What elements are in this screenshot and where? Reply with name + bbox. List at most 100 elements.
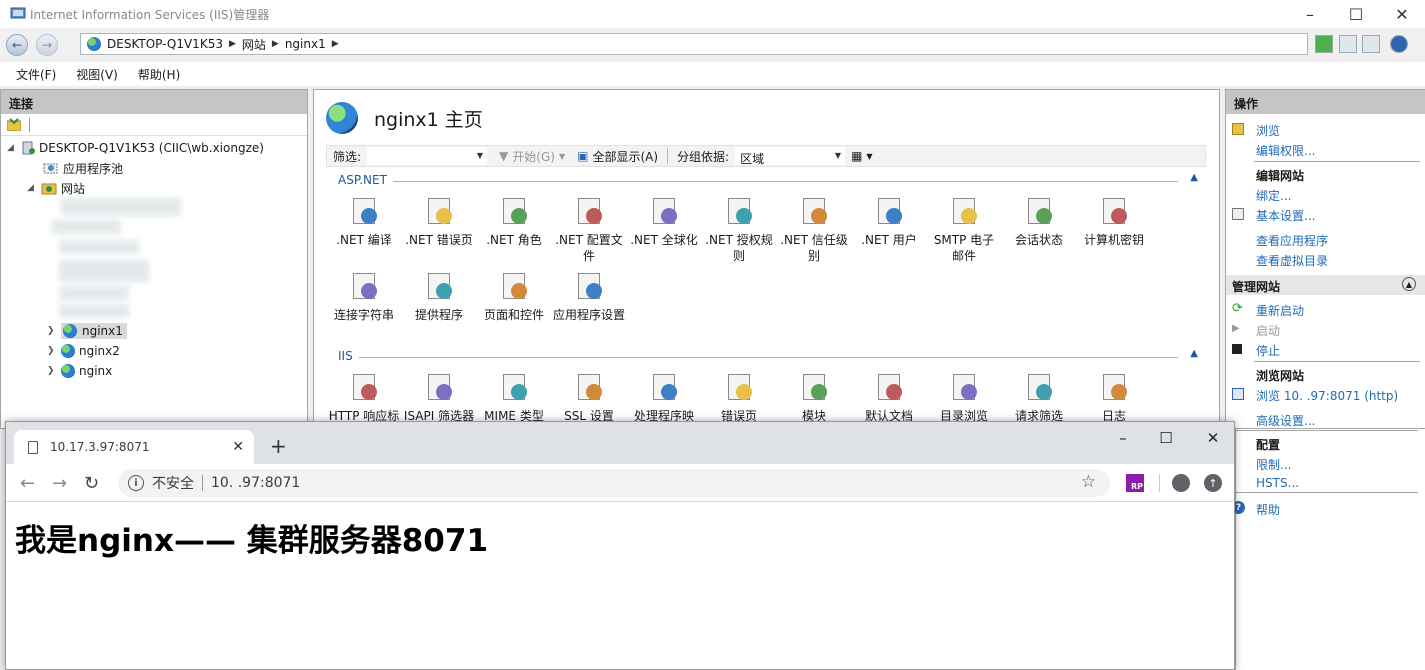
feature-tile[interactable]: 日志 xyxy=(1078,370,1150,424)
action-view-vdirs[interactable]: 查看虚拟目录 xyxy=(1256,252,1328,269)
tree-server[interactable]: ◢ DESKTOP-Q1V1K53 (CIIC\wb.xiongze) xyxy=(7,139,264,157)
profile-icon[interactable] xyxy=(1172,474,1190,492)
manage-site-header[interactable]: 管理网站 ▲ xyxy=(1226,275,1425,295)
collapse-section-icon[interactable]: ▲ xyxy=(1190,172,1198,183)
expand-icon[interactable]: ❯ xyxy=(47,366,57,376)
browser-tab[interactable]: 10.17.3.97:8071 ✕ xyxy=(14,430,254,464)
feature-tile[interactable]: HTTP 响应标 xyxy=(328,370,400,424)
rp-extension-icon[interactable]: RP xyxy=(1126,474,1144,492)
feature-tile[interactable]: 处理程序映 xyxy=(628,370,700,424)
close-tab-icon[interactable]: ✕ xyxy=(232,439,244,455)
breadcrumb-server[interactable]: DESKTOP-Q1V1K53 xyxy=(107,37,223,51)
breadcrumb-sites[interactable]: 网站 xyxy=(242,36,266,53)
menu-help[interactable]: 帮助(H) xyxy=(128,62,190,86)
feature-tile[interactable]: 模块 xyxy=(778,370,850,424)
feature-tile[interactable]: 默认文档 xyxy=(853,370,925,424)
view-mode-button[interactable]: ▦ ▼ xyxy=(845,149,879,163)
feature-tile[interactable]: SSL 设置 xyxy=(553,370,625,424)
feature-tile[interactable]: 错误页 xyxy=(703,370,775,424)
feature-tile[interactable]: .NET 编译 xyxy=(328,194,400,248)
feature-tile[interactable]: .NET 错误页 xyxy=(403,194,475,248)
breadcrumb[interactable]: DESKTOP-Q1V1K53 ▶ 网站 ▶ nginx1 ▶ xyxy=(80,33,1308,55)
feature-tile[interactable]: .NET 配置文件 xyxy=(553,194,625,264)
collapse-icon[interactable]: ▲ xyxy=(1402,277,1416,291)
update-icon[interactable]: ↑ xyxy=(1204,474,1222,492)
feature-tile[interactable]: ISAPI 筛选器 xyxy=(403,370,475,424)
omnibox[interactable]: i 不安全 10. .97:8071 ☆ xyxy=(118,469,1110,497)
action-browse[interactable]: 浏览 xyxy=(1256,122,1280,139)
section-iis[interactable]: IIS ▲ xyxy=(338,348,1198,363)
minimize-button[interactable]: – xyxy=(1287,0,1333,28)
collapse-icon[interactable]: ◢ xyxy=(27,183,37,193)
feature-tile[interactable]: 会话状态 xyxy=(1003,194,1075,248)
expand-icon[interactable]: ❯ xyxy=(47,326,57,336)
chrome-toolbar: ← → ↻ i 不安全 10. .97:8071 ☆ RP ↑ xyxy=(6,464,1234,502)
start-filter-button[interactable]: ▼ 开始(G) ▼ xyxy=(493,148,571,165)
collapse-section-icon[interactable]: ▲ xyxy=(1190,348,1198,359)
show-all-button[interactable]: ▣ 全部显示(A) xyxy=(571,148,664,165)
divider xyxy=(1234,430,1418,431)
expand-icon[interactable]: ❯ xyxy=(47,346,57,356)
help-icon[interactable] xyxy=(1390,35,1408,53)
action-hsts[interactable]: HSTS... xyxy=(1256,476,1299,490)
maximize-button[interactable]: ☐ xyxy=(1143,426,1189,450)
feature-tile[interactable]: 目录浏览 xyxy=(928,370,1000,424)
action-basic-settings[interactable]: 基本设置... xyxy=(1256,207,1315,224)
menu-file[interactable]: 文件(F) xyxy=(0,62,66,86)
forward-button[interactable]: → xyxy=(52,473,67,494)
feature-tile[interactable]: .NET 用户 xyxy=(853,194,925,248)
site-label: nginx2 xyxy=(79,344,120,358)
feature-tile[interactable]: .NET 授权规则 xyxy=(703,194,775,264)
breadcrumb-site[interactable]: nginx1 xyxy=(285,37,326,51)
connect-icon[interactable] xyxy=(7,118,21,131)
feature-icon xyxy=(422,194,456,228)
feature-tile[interactable]: 提供程序 xyxy=(403,269,475,323)
sites-folder-icon xyxy=(41,183,57,195)
collapse-icon[interactable]: ◢ xyxy=(7,143,17,153)
close-button[interactable]: ✕ xyxy=(1379,0,1425,28)
filter-input[interactable]: ▼ xyxy=(367,147,488,165)
feature-tile[interactable]: 页面和控件 xyxy=(478,269,550,323)
maximize-button[interactable]: ☐ xyxy=(1333,0,1379,28)
home-icon[interactable] xyxy=(1362,35,1380,53)
action-bindings[interactable]: 绑定... xyxy=(1256,187,1291,204)
action-stop[interactable]: 停止 xyxy=(1256,342,1280,359)
tree-site-nginx[interactable]: ❯ nginx xyxy=(47,362,112,380)
action-restart[interactable]: 重新启动 xyxy=(1256,302,1304,319)
forward-button[interactable]: → xyxy=(36,34,58,56)
tree-sites[interactable]: ◢ 网站 xyxy=(27,179,85,197)
section-aspnet[interactable]: ASP.NET ▲ xyxy=(338,172,1198,187)
tree-site-nginx2[interactable]: ❯ nginx2 xyxy=(47,342,120,360)
feature-tile[interactable]: .NET 全球化 xyxy=(628,194,700,248)
feature-tile[interactable]: MIME 类型 xyxy=(478,370,550,424)
divider xyxy=(1159,474,1160,492)
stop-icon[interactable] xyxy=(1339,35,1357,53)
minimize-button[interactable]: – xyxy=(1100,426,1146,450)
action-edit-permissions[interactable]: 编辑权限... xyxy=(1256,142,1315,159)
group-by-select[interactable]: 区域 ▼ xyxy=(735,147,846,166)
action-help[interactable]: 帮助 xyxy=(1256,501,1280,518)
back-button[interactable]: ← xyxy=(6,34,28,56)
feature-tile[interactable]: 连接字符串 xyxy=(328,269,400,323)
close-button[interactable]: ✕ xyxy=(1190,426,1236,450)
action-limits[interactable]: 限制... xyxy=(1256,456,1291,473)
action-browse-site-link[interactable]: 浏览 10. .97:8071 (http) xyxy=(1256,387,1398,404)
refresh-icon[interactable] xyxy=(1315,35,1333,53)
feature-tile[interactable]: 请求筛选 xyxy=(1003,370,1075,424)
action-view-applications[interactable]: 查看应用程序 xyxy=(1256,232,1328,249)
info-icon[interactable]: i xyxy=(128,475,144,491)
menu-view[interactable]: 视图(V) xyxy=(66,62,128,86)
feature-tile[interactable]: 应用程序设置 xyxy=(553,269,625,323)
action-advanced-settings[interactable]: 高级设置... xyxy=(1256,412,1315,429)
feature-tile[interactable]: .NET 信任级别 xyxy=(778,194,850,264)
tree-apppools[interactable]: 应用程序池 xyxy=(43,159,123,177)
feature-tile[interactable]: .NET 角色 xyxy=(478,194,550,248)
new-tab-button[interactable]: + xyxy=(270,434,287,458)
back-button[interactable]: ← xyxy=(20,473,35,494)
feature-tile[interactable]: SMTP 电子邮件 xyxy=(928,194,1000,264)
tree-site-nginx1[interactable]: ❯ nginx1 xyxy=(47,322,127,340)
tree-server-label: DESKTOP-Q1V1K53 (CIIC\wb.xiongze) xyxy=(39,141,264,155)
feature-tile[interactable]: 计算机密钥 xyxy=(1078,194,1150,248)
reload-button[interactable]: ↻ xyxy=(84,473,99,494)
bookmark-star-icon[interactable]: ☆ xyxy=(1081,472,1096,492)
